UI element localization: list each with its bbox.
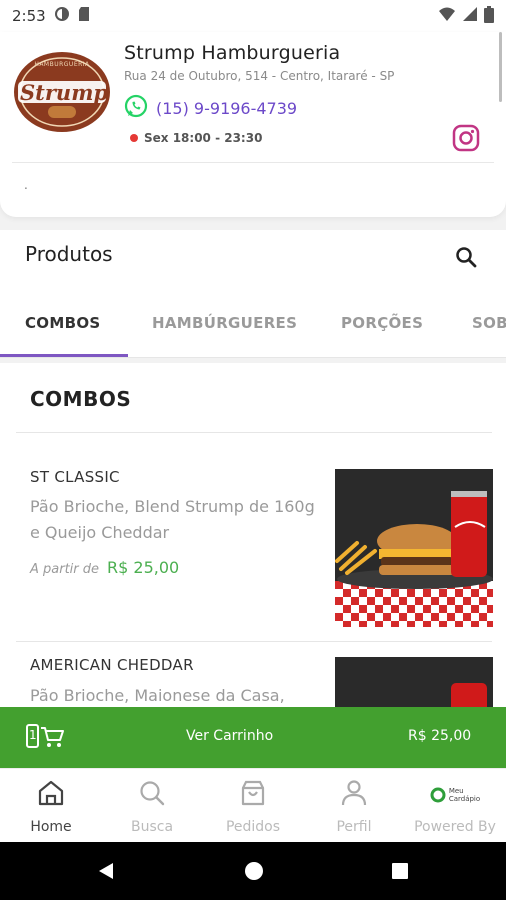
nav-busca[interactable]: Busca — [101, 779, 203, 835]
phone-number: (15) 9-9196-4739 — [156, 98, 298, 118]
user-icon — [340, 779, 368, 811]
product-image — [335, 469, 493, 627]
product-image — [335, 657, 493, 707]
nav-pedidos[interactable]: Pedidos — [202, 779, 304, 835]
battery-icon — [484, 5, 494, 27]
product-price: R$ 25,00 — [107, 558, 180, 577]
product-description: Pão Brioche, Maionese da Casa, — [30, 686, 285, 705]
bottom-navigation: Home Busca Pedidos Perfil Meu Cardápio P… — [0, 768, 506, 842]
cart-total: R$ 25,00 — [408, 728, 472, 744]
open-status-dot — [130, 134, 138, 142]
product-list: COMBOS ST CLASSIC Pão Brioche, Blend Str… — [0, 363, 506, 707]
nav-busca-label: Busca — [130, 819, 174, 835]
brand-line2: Cardápio — [448, 795, 481, 803]
cart-count: 1 — [29, 728, 37, 742]
nav-home-label: Home — [30, 819, 72, 835]
store-address: Rua 24 de Outubro, 514 - Centro, Itararé… — [124, 69, 395, 83]
store-name: Strump Hamburgueria — [124, 42, 341, 64]
store-header-card: Strump HAMBURGUERIA Strump Hamburgueria … — [0, 32, 506, 217]
product-description: Pão Brioche, Blend Strump de 160g e Quei… — [30, 497, 315, 542]
header-divider — [12, 162, 494, 163]
phone-link[interactable]: (15) 9-9196-4739 — [124, 94, 297, 122]
logo-small-text: HAMBURGUERIA — [34, 61, 90, 68]
tab-sobremesas[interactable]: SOB — [472, 314, 506, 332]
store-extra-info: . — [24, 178, 28, 192]
tabs-divider — [0, 357, 506, 358]
whatsapp-icon — [124, 94, 148, 122]
search-icon — [138, 779, 166, 811]
opening-hours: Sex 18:00 - 23:30 — [130, 131, 262, 145]
meu-cardapio-logo: Meu Cardápio — [430, 787, 480, 803]
tab-hamburgueres[interactable]: HAMBÚRGUERES — [152, 314, 297, 332]
nav-perfil-label: Perfil — [336, 819, 372, 835]
tab-porcoes[interactable]: PORÇÕES — [341, 314, 423, 332]
sd-card-icon — [78, 6, 90, 26]
store-logo: Strump HAMBURGUERIA — [12, 50, 112, 134]
nav-powered-by-label: Powered By — [414, 819, 496, 835]
category-tabs: COMBOS HAMBÚRGUERES PORÇÕES SOB — [0, 302, 506, 358]
view-cart-label: Ver Carrinho — [186, 728, 274, 744]
price-from-label: A partir de — [30, 562, 100, 577]
nav-powered-by[interactable]: Meu Cardápio Powered By — [404, 779, 506, 835]
notification-icon — [54, 6, 70, 26]
nav-perfil[interactable]: Perfil — [303, 779, 405, 835]
status-time: 2:53 — [12, 7, 46, 25]
bag-icon — [239, 779, 267, 811]
cart-icon: 1 — [26, 724, 66, 754]
recents-icon[interactable] — [390, 861, 410, 885]
product-name: ST CLASSIC — [30, 468, 120, 486]
status-bar: 2:53 — [0, 0, 506, 32]
nav-home[interactable]: Home — [0, 779, 102, 835]
search-button[interactable] — [455, 246, 477, 272]
signal-icon — [462, 6, 478, 26]
product-name: AMERICAN CHEDDAR — [30, 656, 194, 674]
item-divider — [16, 641, 492, 642]
hours-text: Sex 18:00 - 23:30 — [144, 131, 263, 145]
active-tab-indicator — [0, 354, 128, 357]
tab-combos[interactable]: COMBOS — [25, 314, 100, 332]
instagram-icon[interactable] — [452, 124, 480, 156]
search-icon — [455, 247, 477, 272]
product-price-row: A partir de R$ 25,00 — [30, 558, 179, 577]
cart-bar[interactable]: 1 Ver Carrinho R$ 25,00 — [0, 707, 506, 768]
home-icon — [37, 779, 65, 811]
scrollbar[interactable] — [499, 32, 502, 102]
back-icon[interactable] — [96, 861, 116, 885]
section-title: COMBOS — [30, 387, 132, 411]
home-circle-icon[interactable] — [244, 861, 264, 885]
products-title: Produtos — [25, 242, 113, 266]
brand-line1: Meu — [448, 787, 464, 795]
nav-pedidos-label: Pedidos — [225, 819, 281, 835]
system-navigation-bar — [0, 842, 506, 900]
logo-brand-text: Strump — [20, 80, 109, 105]
section-divider — [16, 432, 492, 433]
products-header: Produtos COMBOS HAMBÚRGUERES PORÇÕES SOB — [0, 230, 506, 358]
wifi-icon — [438, 6, 456, 26]
